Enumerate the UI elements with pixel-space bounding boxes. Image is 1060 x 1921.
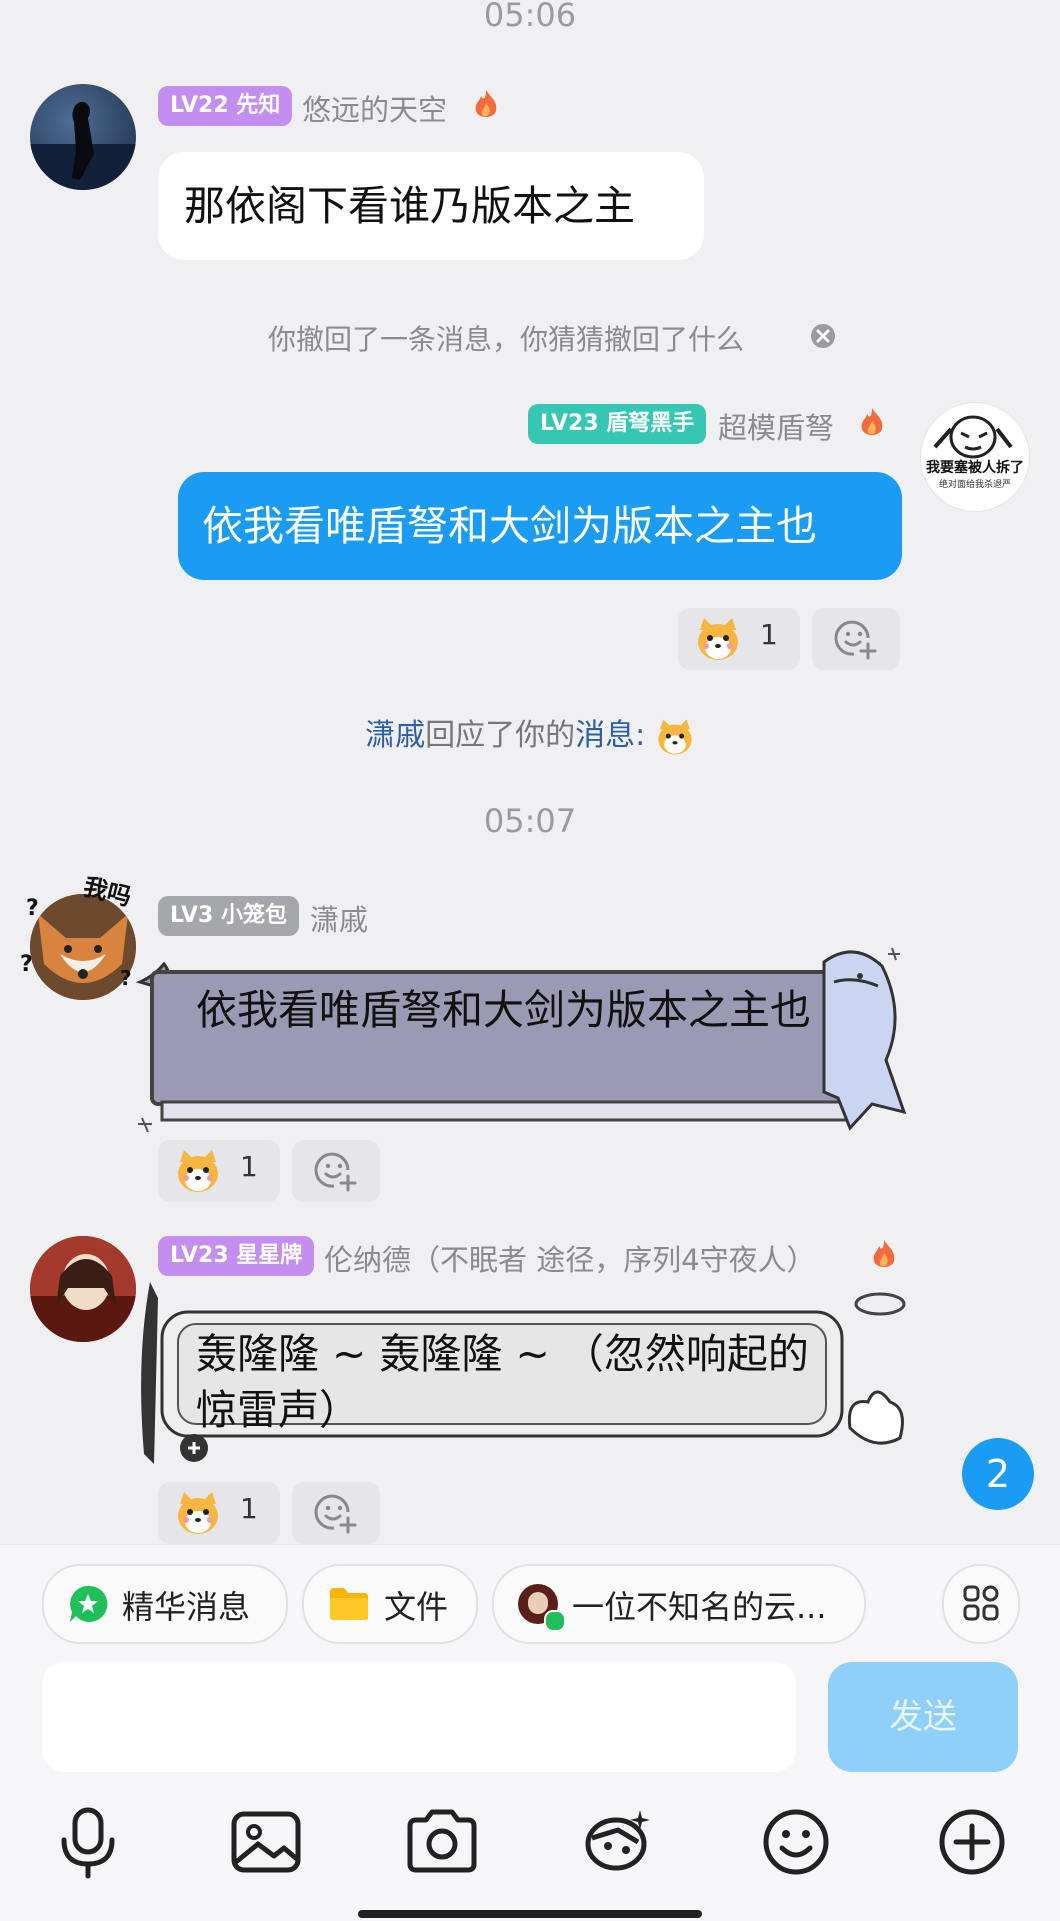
red-packet-icon[interactable] [578,1802,658,1882]
message-bubble-self[interactable]: 依我看唯盾弩和大剑为版本之主也 [178,472,902,580]
close-icon[interactable] [810,323,836,349]
reaction-count: 1 [240,1150,258,1183]
folder-icon [330,1588,368,1620]
reaction-chip[interactable]: 1 [158,1482,280,1544]
plus-icon[interactable] [932,1802,1012,1882]
link-icon [544,1610,566,1632]
member-chip[interactable]: 一位不知名的云... [492,1564,866,1644]
meme-text: 我要塞被人拆了 [926,460,1024,476]
doodle-question-icon: ? [20,952,33,977]
recall-notice: 你撤回了一条消息，你猜猜撤回了什么 [0,318,1036,358]
reaction-count: 1 [760,618,778,651]
message-input[interactable] [42,1662,796,1772]
grid-icon [963,1585,999,1621]
unread-count-badge[interactable]: 2 [962,1438,1034,1510]
sender-name[interactable]: 伦纳德（不眠者 途径，序列4守夜人） [324,1237,816,1279]
files-chip[interactable]: 文件 [302,1564,478,1644]
message-text[interactable]: 轰隆隆 ~ 轰隆隆 ~ （忽然响起的惊雷声） [196,1326,836,1438]
level-badge: LV23 盾弩黑手 [528,404,707,444]
fire-icon [873,1240,895,1267]
avatar-figure [30,102,136,190]
avatar-self[interactable]: 我要塞被人拆了 绝对面给我杀退严 [920,402,1030,512]
essence-messages-chip[interactable]: 精华消息 [42,1564,288,1644]
emoji-icon[interactable] [756,1802,836,1882]
microphone-icon[interactable] [48,1802,128,1882]
reply-user-link[interactable]: 潇戚 [365,718,425,753]
doodle-question-icon: ? [120,966,132,990]
level-badge: LV23 星星牌 [158,1236,315,1276]
level-badge: LV3 小笼包 [158,896,299,936]
message-text: 依我看唯盾弩和大剑为版本之主也 [202,502,817,550]
add-reaction-button[interactable] [292,1482,380,1544]
reply-message-link[interactable]: 消息: [575,718,645,753]
fire-icon [475,90,497,117]
avatar-youyuan[interactable] [30,84,136,190]
shark-bubble-frame [135,947,907,1133]
chip-label: 一位不知名的云... [572,1588,827,1626]
send-label: 发送 [889,1697,957,1737]
meme-subtext: 绝对面给我杀退严 [938,480,1011,490]
doodle-question-icon: ? [26,896,39,921]
sender-name[interactable]: 悠远的天空 [302,87,447,129]
anime-avatar [30,1236,136,1342]
star-chat-icon [70,1585,108,1622]
send-button[interactable]: 发送 [828,1662,1018,1772]
camera-icon[interactable] [402,1802,482,1882]
dog-emoji-icon [658,719,692,754]
unread-count: 2 [985,1452,1011,1496]
add-emoji-icon [834,620,877,660]
sender-name[interactable]: 潇戚 [310,897,368,939]
dog-emoji-icon [178,1492,218,1534]
message-text[interactable]: 依我看唯盾弩和大剑为版本之主也 [196,982,836,1038]
recall-text: 你撤回了一条消息，你猜猜撤回了什么 [267,323,744,356]
add-emoji-icon [314,1494,357,1534]
reaction-chip[interactable]: 1 [678,608,800,670]
chip-label: 文件 [384,1588,449,1626]
add-reaction-button[interactable] [292,1140,380,1202]
avatar-leonard[interactable] [30,1236,136,1342]
add-reaction-button[interactable] [812,608,900,670]
home-indicator[interactable] [358,1910,702,1918]
level-badge: LV22 先知 [158,86,293,126]
dog-emoji-icon [178,1150,218,1192]
dog-emoji-icon [698,618,738,660]
reply-notice: 潇戚回应了你的消息: [0,710,1060,757]
timestamp: 05:06 [483,0,577,34]
message-bubble[interactable]: 那依阁下看谁乃版本之主 [158,152,704,260]
fire-icon [861,408,883,435]
reply-text: 回应了你的 [425,718,576,753]
message-text: 那依阁下看谁乃版本之主 [184,182,635,230]
more-apps-button[interactable] [942,1564,1020,1644]
add-emoji-icon [314,1152,357,1192]
timestamp: 05:07 [483,802,577,840]
reaction-chip[interactable]: 1 [158,1140,280,1202]
reaction-count: 1 [240,1492,258,1525]
chip-label: 精华消息 [122,1588,251,1626]
sender-name[interactable]: 超模盾弩 [718,405,834,447]
image-icon[interactable] [226,1802,306,1882]
